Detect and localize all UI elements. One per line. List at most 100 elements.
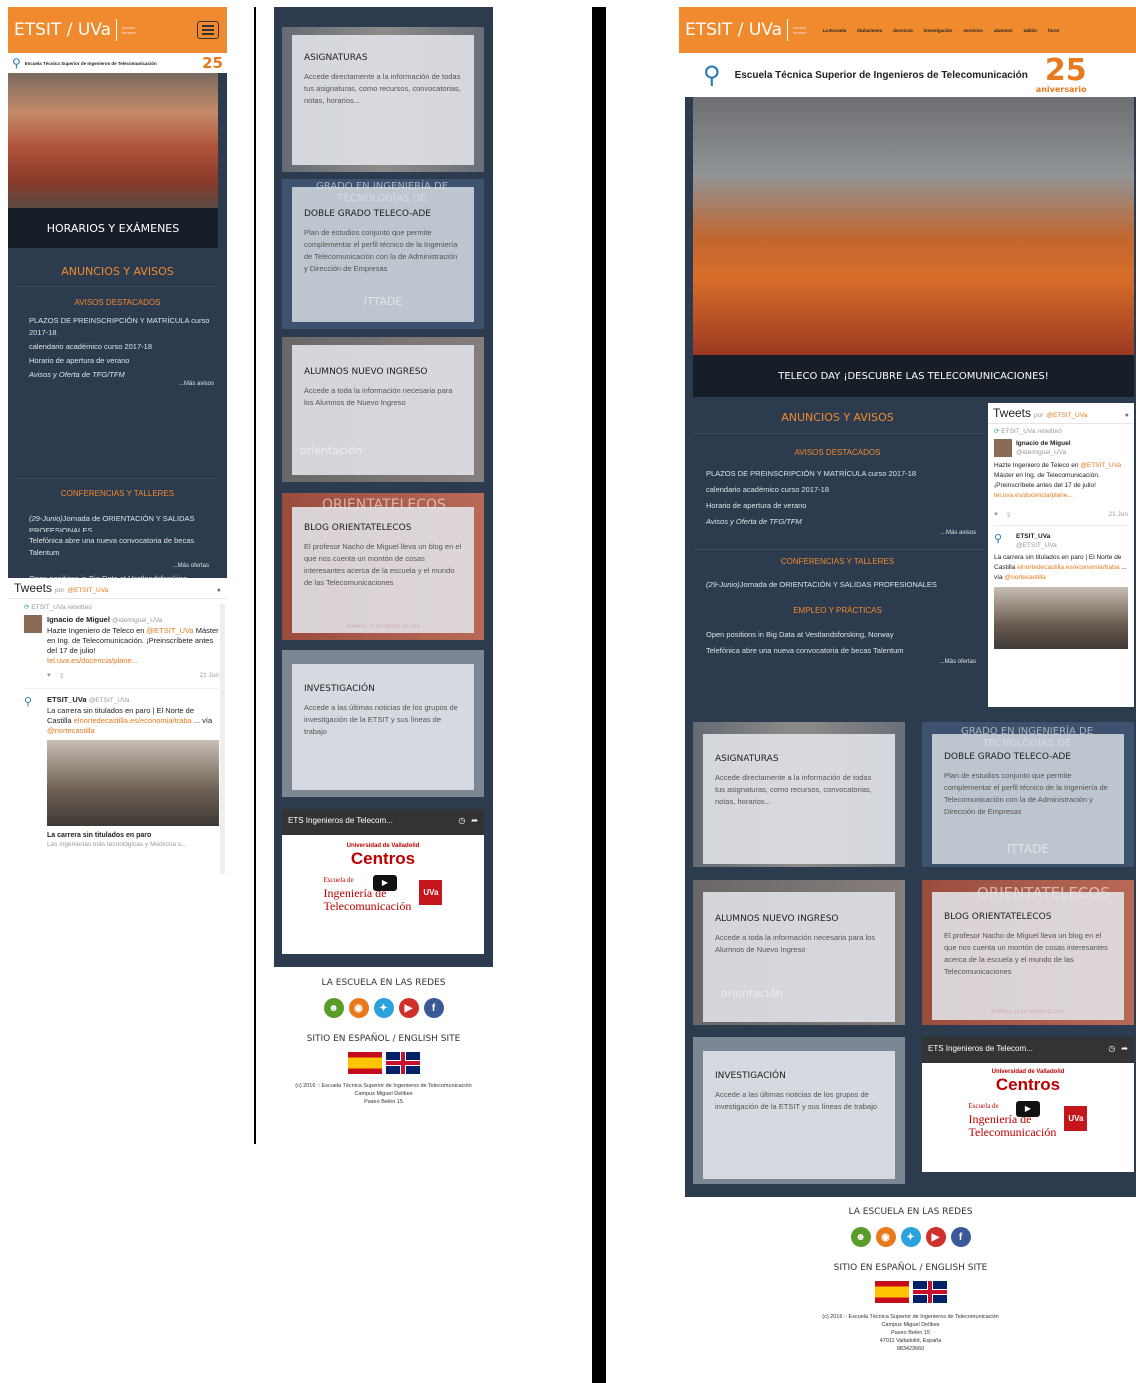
- etsit-avatar-icon[interactable]: ⚲: [24, 695, 42, 713]
- share-icon[interactable]: ⇪: [59, 672, 64, 680]
- hamburger-icon: [202, 25, 214, 27]
- card-asignaturas[interactable]: ASIGNATURAS Accede directamente a la inf…: [693, 722, 905, 867]
- news-link[interactable]: calendario académico curso 2017-18: [29, 341, 214, 353]
- news-link[interactable]: Avisos y Oferta de TFG/TFM: [29, 369, 214, 381]
- rss-icon[interactable]: ◉: [875, 1227, 896, 1247]
- slide-caption[interactable]: TELECO DAY ¡DESCUBRE LAS TELECOMUNICACIO…: [693, 355, 1134, 397]
- android-icon[interactable]: ☻: [323, 998, 344, 1018]
- nav-item[interactable]: alumnos: [994, 28, 1013, 33]
- card-investigacion[interactable]: INVESTIGACIÓN Accede a las últimas notic…: [693, 1037, 905, 1184]
- more-avisos-link[interactable]: ...Más avisos: [29, 381, 214, 387]
- youtube-icon[interactable]: ▶: [925, 1227, 946, 1247]
- nav-item[interactable]: docencia: [893, 28, 913, 33]
- nav-item[interactable]: titulaciones: [857, 28, 882, 33]
- slide-image[interactable]: [693, 97, 1134, 355]
- news-link[interactable]: PLAZOS DE PREINSCRIPCIÓN Y MATRÍCULA cur…: [706, 468, 976, 480]
- heart-icon[interactable]: ♥: [994, 511, 998, 519]
- card-asignaturas[interactable]: ASIGNATURAS Accede directamente a la inf…: [282, 27, 484, 172]
- avatar[interactable]: [994, 439, 1012, 457]
- antenna-logo-icon: ⚲: [12, 56, 21, 70]
- heart-icon[interactable]: ♥: [47, 672, 51, 680]
- rss-icon[interactable]: ◉: [348, 998, 369, 1018]
- card-nuevo-ingreso[interactable]: ALUMNOS NUEVO INGRESO Accede a toda la i…: [693, 880, 905, 1025]
- news-link[interactable]: PLAZOS DE PREINSCRIPCIÓN Y MATRÍCULA cur…: [29, 315, 214, 339]
- slide-caption[interactable]: HORARIOS Y EXÁMENES: [8, 208, 218, 248]
- nav-item[interactable]: servicios: [963, 28, 983, 33]
- facebook-icon[interactable]: f: [423, 998, 444, 1018]
- facebook-icon[interactable]: f: [950, 1227, 971, 1247]
- menu-toggle-button[interactable]: [197, 21, 219, 39]
- conf-link[interactable]: (29-Junio)Jornada de ORIENTACIÓN Y SALID…: [706, 579, 986, 591]
- card-nuevo-ingreso[interactable]: ALUMNOS NUEVO INGRESO Accede a toda la i…: [282, 337, 484, 482]
- twitter-icon[interactable]: ✦: [373, 998, 394, 1018]
- news-link[interactable]: calendario académico curso 2017-18: [706, 484, 976, 496]
- card-investigacion[interactable]: INVESTIGACIÓN Accede a las últimas notic…: [282, 650, 484, 797]
- card-doble-grado[interactable]: GRADO EN INGENIERÍA DE TECNOLOGÍAS DE DO…: [282, 179, 484, 329]
- share-icon: ➦: [1121, 1044, 1128, 1053]
- spanish-flag-icon[interactable]: [874, 1281, 909, 1303]
- clock-icon: ◷: [458, 816, 466, 825]
- desktop-footer: LA ESCUELA EN LAS REDES ☻ ◉ ✦ ▶ f SITIO …: [822, 1207, 999, 1352]
- clock-icon: ◷: [1108, 1044, 1116, 1053]
- desktop-header: ETSIT / UVa Acceso Intranet La Escuela ti…: [679, 7, 1136, 53]
- tweet-card-image[interactable]: [994, 587, 1128, 649]
- news-link[interactable]: Avisos y Oferta de TFG/TFM: [706, 516, 976, 528]
- job-link[interactable]: Telefónica abre una nueva convocatoria d…: [29, 535, 214, 559]
- card-doble-grado[interactable]: GRADO EN INGENIERÍA DE TECNOLOGÍAS DE DO…: [922, 722, 1134, 867]
- highlight-list: PLAZOS DE PREINSCRIPCIÓN Y MATRÍCULA cur…: [706, 468, 976, 536]
- youtube-icon[interactable]: ▶: [398, 998, 419, 1018]
- middle-cards-column: ASIGNATURAS Accede directamente a la inf…: [274, 7, 493, 967]
- brand-logo[interactable]: ETSIT / UVa: [685, 20, 782, 40]
- nav-item[interactable]: La Escuela: [823, 28, 847, 33]
- video-embed[interactable]: ETS Ingenieros de Telecom... ◷ ➦ Universid…: [922, 1037, 1134, 1172]
- middle-footer: LA ESCUELA EN LAS REDES ☻ ◉ ✦ ▶ f SITIO …: [295, 978, 472, 1105]
- news-link[interactable]: Horario de apertura de verano: [706, 500, 976, 512]
- nav-item[interactable]: investigación: [924, 28, 953, 33]
- uk-flag-icon[interactable]: [385, 1052, 420, 1074]
- card-blog[interactable]: ORIENTATELECOS BLOG ORIENTATELECOS El pr…: [282, 493, 484, 640]
- access-links[interactable]: Acceso Intranet: [122, 25, 136, 35]
- highlight-title: AVISOS DESTACADOS: [794, 448, 881, 457]
- conf-title: CONFERENCIAS Y TALLERES: [780, 557, 895, 566]
- highlight-title: AVISOS DESTACADOS: [74, 298, 161, 307]
- play-button-icon[interactable]: ▶: [373, 875, 397, 891]
- twitter-icon[interactable]: ✦: [900, 1227, 921, 1247]
- more-ofertas-link[interactable]: ...Más ofertas: [29, 563, 209, 569]
- retweet-icon: ⟳: [24, 604, 30, 611]
- video-embed[interactable]: ETS Ingenieros de Telecom... ◷ ➦ Universid…: [282, 809, 484, 954]
- info-icon[interactable]: ●: [217, 587, 221, 594]
- scrollbar[interactable]: [220, 604, 225, 874]
- avatar[interactable]: [24, 615, 42, 633]
- conf-title: CONFERENCIAS Y TALLERES: [60, 489, 175, 498]
- job-link[interactable]: Telefónica abre una nueva convocatoria d…: [706, 645, 976, 657]
- brand-logo[interactable]: ETSIT / UVa: [14, 20, 111, 40]
- news-link[interactable]: Horario de apertura de verano: [29, 355, 214, 367]
- mobile-main: HORARIOS Y EXÁMENES ANUNCIOS Y AVISOS AV…: [8, 73, 227, 595]
- card-blog[interactable]: ORIENTATELECOS BLOG ORIENTATELECOS El pr…: [922, 880, 1134, 1025]
- more-avisos-link[interactable]: ...Más avisos: [706, 530, 976, 536]
- more-ofertas-link[interactable]: ...Más ofertas: [706, 659, 976, 665]
- jobs-title: EMPLEO Y PRÁCTICAS: [793, 606, 882, 615]
- mobile-tweets-widget: Tweets por @ETSIT_UVa ● ⟳ ETSIT_UVa retwi…: [8, 578, 227, 880]
- school-banner: ⚲ Escuela Técnica Superior de Ingenieros…: [703, 53, 1087, 94]
- desktop-main: TELECO DAY ¡DESCUBRE LAS TELECOMUNICACIO…: [685, 97, 1136, 1197]
- nav-item[interactable]: tablón: [1023, 28, 1037, 33]
- tweet-link[interactable]: tel.uva.es/docencia/plane...: [47, 656, 219, 666]
- nav-item[interactable]: foros: [1048, 28, 1059, 33]
- mobile-header: ETSIT / UVa Acceso Intranet: [8, 7, 227, 53]
- spanish-flag-icon[interactable]: [347, 1052, 382, 1074]
- job-link[interactable]: Open positions in Big Data at Vestlandsf…: [706, 629, 976, 641]
- slide-image[interactable]: [8, 73, 218, 208]
- share-icon[interactable]: ⇪: [1006, 511, 1011, 519]
- uk-flag-icon[interactable]: [912, 1281, 947, 1303]
- access-links[interactable]: Acceso Intranet: [793, 25, 807, 35]
- tweet-card-image[interactable]: [47, 740, 219, 826]
- share-icon: ➦: [471, 816, 478, 825]
- desktop-tweets-widget: Tweets por @ETSIT_UVa ● ⟳ ETSIT_UVa retwi…: [988, 403, 1134, 707]
- android-icon[interactable]: ☻: [850, 1227, 871, 1247]
- info-icon[interactable]: ●: [1125, 412, 1129, 419]
- etsit-avatar-icon[interactable]: ⚲: [994, 532, 1012, 550]
- school-banner: ⚲ Escuela Técnica Superior de Ingenieros…: [8, 53, 227, 73]
- play-button-icon[interactable]: ▶: [1016, 1101, 1040, 1117]
- retweet-icon: ⟳: [994, 428, 1000, 435]
